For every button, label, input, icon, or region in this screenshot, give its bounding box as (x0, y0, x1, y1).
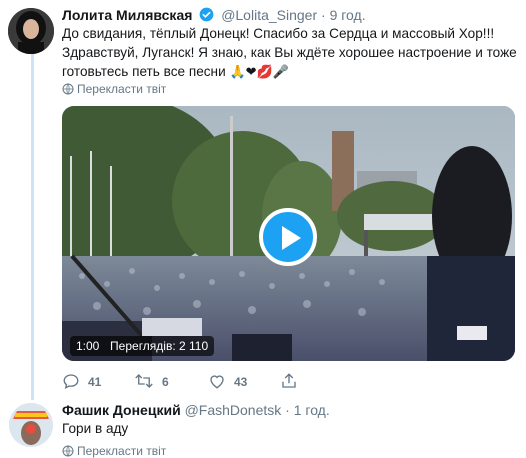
video-duration: 1:00 (76, 339, 100, 353)
video-player[interactable]: 1:00 Переглядів: 2 110 (62, 106, 515, 361)
tweet-timestamp[interactable]: 9 год. (330, 7, 366, 23)
globe-icon (62, 445, 74, 457)
verified-badge-icon (199, 7, 214, 22)
retweet-button[interactable]: 6 (134, 371, 169, 393)
heart-icon (210, 375, 224, 389)
author-handle[interactable]: @Lolita_Singer (221, 7, 317, 23)
share-button[interactable] (280, 371, 306, 393)
tweet-action-bar: 41 6 43 (62, 371, 362, 393)
video-info-badge: 1:00 Переглядів: 2 110 (70, 336, 215, 356)
tweet-text-line: Здравствуй, Луганск! Я знаю, как Вы ждёт… (62, 45, 517, 60)
reply-tweet-text: Гори в аду (62, 421, 129, 436)
author-avatar[interactable] (8, 8, 54, 54)
like-count: 43 (234, 375, 248, 389)
reply-tweet-header: Фашик Донецкий @FashDonetsk · 1 год. (62, 401, 330, 419)
reply-translate-link[interactable]: Перекласти твіт (62, 444, 166, 458)
globe-icon (62, 83, 74, 95)
reply-author-handle[interactable]: @FashDonetsk (185, 402, 282, 418)
reply-timestamp[interactable]: 1 год. (294, 402, 330, 418)
share-icon (282, 373, 296, 388)
tweet-emojis: 🙏❤💋🎤 (229, 65, 289, 80)
thread-connector-line (31, 50, 34, 400)
tweet-text-line: До свидания, тёплый Донецк! Спасибо за С… (62, 26, 495, 41)
author-name[interactable]: Лолита Милявская (62, 7, 192, 23)
reply-count: 41 (88, 375, 102, 389)
tweet-text: До свидания, тёплый Донецк! Спасибо за С… (62, 24, 517, 82)
tweet-text-line: готовьтесь петь все песни (62, 64, 226, 79)
translate-tweet-link[interactable]: Перекласти твіт (62, 82, 166, 96)
reply-author-avatar[interactable] (9, 403, 53, 447)
tweet-header: Лолита Милявская @Lolita_Singer · 9 год. (62, 6, 366, 24)
separator-dot: · (285, 402, 290, 418)
translate-label: Перекласти твіт (77, 444, 167, 458)
video-views: Переглядів: 2 110 (110, 339, 209, 353)
retweet-icon (135, 374, 153, 388)
reply-icon (63, 374, 79, 390)
tweet-text-line-with-emoji: готовьтесь петь все песни 🙏❤💋🎤 (62, 62, 517, 82)
retweet-count: 6 (162, 375, 169, 389)
like-button[interactable]: 43 (208, 371, 247, 393)
translate-label: Перекласти твіт (77, 82, 167, 96)
play-icon (282, 226, 301, 250)
reply-author-name[interactable]: Фашик Донецкий (62, 402, 181, 418)
reply-button[interactable]: 41 (62, 371, 101, 393)
play-button[interactable] (259, 208, 317, 266)
separator-dot: · (321, 7, 326, 23)
